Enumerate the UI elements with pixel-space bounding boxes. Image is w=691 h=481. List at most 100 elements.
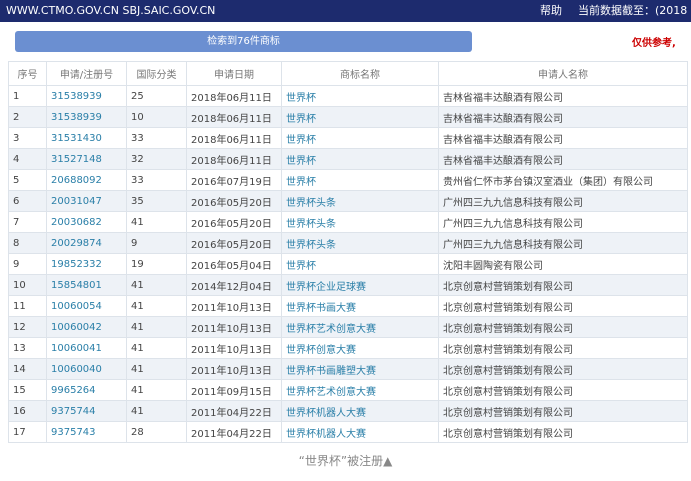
application-date: 2018年06月11日	[186, 127, 282, 149]
application-date: 2016年07月19日	[186, 169, 282, 191]
class: 10	[126, 106, 187, 128]
registration-number-link[interactable]: 20030682	[46, 211, 127, 233]
registration-number-link[interactable]: 9965264	[46, 379, 127, 401]
row-index: 11	[8, 295, 47, 317]
reference-notice: 仅供参考,	[632, 38, 676, 49]
trademark-name-link[interactable]: 世界杯头条	[281, 232, 439, 254]
applicant-name: 北京创意村营销策划有限公司	[438, 295, 688, 317]
column-header: 商标名称	[281, 61, 439, 86]
trademark-name-link[interactable]: 世界杯头条	[281, 211, 439, 233]
trademark-name-link[interactable]: 世界杯创意大赛	[281, 337, 439, 359]
application-date: 2011年04月22日	[186, 421, 282, 443]
trademark-name-link[interactable]: 世界杯艺术创意大赛	[281, 379, 439, 401]
registration-number-link[interactable]: 9375744	[46, 400, 127, 422]
registration-number-link[interactable]: 20029874	[46, 232, 127, 254]
application-date: 2011年10月13日	[186, 358, 282, 380]
trademark-name-link[interactable]: 世界杯	[281, 106, 439, 128]
table-row: 11 10060054 41 2011年10月13日 世界杯书画大赛 北京创意村营销策划有…	[8, 295, 688, 317]
table-row: 10 15854801 41 2014年12月04日 世界杯企业足球赛 北京创意村营销策划…	[8, 274, 688, 296]
table-row: 1 31538939 25 2018年06月11日 世界杯 吉林省福丰达酿酒有限公司	[8, 85, 688, 107]
registration-number-link[interactable]: 31527148	[46, 148, 127, 170]
class: 32	[126, 148, 187, 170]
help-link[interactable]: 帮助	[540, 0, 562, 22]
table-row: 7 20030682 41 2016年05月20日 世界杯头条 广州四三九九信息科技有限公…	[8, 211, 688, 233]
application-date: 2018年06月11日	[186, 106, 282, 128]
applicant-name: 北京创意村营销策划有限公司	[438, 400, 688, 422]
row-index: 9	[8, 253, 47, 275]
applicant-name: 广州四三九九信息科技有限公司	[438, 232, 688, 254]
application-date: 2016年05月20日	[186, 232, 282, 254]
trademark-name-link[interactable]: 世界杯书画雕塑大赛	[281, 358, 439, 380]
table-row: 16 9375744 41 2011年04月22日 世界杯机器人大赛 北京创意村营销策划有…	[8, 400, 688, 422]
class: 33	[126, 127, 187, 149]
applicant-name: 贵州省仁怀市茅台镇汉室酒业（集团）有限公司	[438, 169, 688, 191]
trademark-name-link[interactable]: 世界杯书画大赛	[281, 295, 439, 317]
trademark-name-link[interactable]: 世界杯机器人大赛	[281, 421, 439, 443]
search-result-button[interactable]: 检索到76件商标	[15, 31, 472, 52]
table-row: 14 10060040 41 2011年10月13日 世界杯书画雕塑大赛 北京创意村营销策…	[8, 358, 688, 380]
applicant-name: 北京创意村营销策划有限公司	[438, 421, 688, 443]
row-index: 15	[8, 379, 47, 401]
registration-number-link[interactable]: 19852332	[46, 253, 127, 275]
table-row: 12 10060042 41 2011年10月13日 世界杯艺术创意大赛 北京创意村营销策…	[8, 316, 688, 338]
data-as-of: 当前数据截至：(2018	[578, 4, 688, 17]
trademark-name-link[interactable]: 世界杯头条	[281, 190, 439, 212]
registration-number-link[interactable]: 10060054	[46, 295, 127, 317]
column-header: 国际分类	[126, 61, 187, 86]
table-row: 5 20688092 33 2016年07月19日 世界杯 贵州省仁怀市茅台镇汉室酒业（集…	[8, 169, 688, 191]
class: 41	[126, 316, 187, 338]
applicant-name: 北京创意村营销策划有限公司	[438, 358, 688, 380]
registration-number-link[interactable]: 31531430	[46, 127, 127, 149]
trademark-table: 序号 申请/注册号 国际分类 申请日期 商标名称 申请人名称 1 31538939 25 201…	[8, 61, 688, 443]
trademark-name-link[interactable]: 世界杯	[281, 169, 439, 191]
row-index: 3	[8, 127, 47, 149]
registration-number-link[interactable]: 15854801	[46, 274, 127, 296]
table-row: 17 9375743 28 2011年04月22日 世界杯机器人大赛 北京创意村营销策划有…	[8, 421, 688, 443]
application-date: 2011年09月15日	[186, 379, 282, 401]
registration-number-link[interactable]: 10060041	[46, 337, 127, 359]
application-date: 2016年05月20日	[186, 211, 282, 233]
column-header: 申请人名称	[438, 61, 688, 86]
registration-number-link[interactable]: 10060040	[46, 358, 127, 380]
application-date: 2011年10月13日	[186, 295, 282, 317]
caption: “世界杯”被注册▲	[298, 454, 393, 468]
application-date: 2011年04月22日	[186, 400, 282, 422]
applicant-name: 广州四三九九信息科技有限公司	[438, 190, 688, 212]
row-index: 13	[8, 337, 47, 359]
class: 19	[126, 253, 187, 275]
registration-number-link[interactable]: 9375743	[46, 421, 127, 443]
site-url: WWW.CTMO.GOV.CN SBJ.SAIC.GOV.CN	[6, 4, 216, 17]
trademark-name-link[interactable]: 世界杯	[281, 127, 439, 149]
table-row: 6 20031047 35 2016年05月20日 世界杯头条 广州四三九九信息科技有限公…	[8, 190, 688, 212]
trademark-name-link[interactable]: 世界杯	[281, 148, 439, 170]
row-index: 6	[8, 190, 47, 212]
row-index: 7	[8, 211, 47, 233]
class: 41	[126, 274, 187, 296]
applicant-name: 吉林省福丰达酿酒有限公司	[438, 127, 688, 149]
class: 35	[126, 190, 187, 212]
applicant-name: 北京创意村营销策划有限公司	[438, 274, 688, 296]
table-row: 4 31527148 32 2018年06月11日 世界杯 吉林省福丰达酿酒有限公司	[8, 148, 688, 170]
row-index: 17	[8, 421, 47, 443]
registration-number-link[interactable]: 20031047	[46, 190, 127, 212]
class: 41	[126, 379, 187, 401]
table-row: 8 20029874 9 2016年05月20日 世界杯头条 广州四三九九信息科技有限公司	[8, 232, 688, 254]
trademark-name-link[interactable]: 世界杯艺术创意大赛	[281, 316, 439, 338]
application-date: 2016年05月04日	[186, 253, 282, 275]
trademark-name-link[interactable]: 世界杯机器人大赛	[281, 400, 439, 422]
registration-number-link[interactable]: 31538939	[46, 106, 127, 128]
registration-number-link[interactable]: 31538939	[46, 85, 127, 107]
row-index: 14	[8, 358, 47, 380]
trademark-name-link[interactable]: 世界杯	[281, 253, 439, 275]
class: 28	[126, 421, 187, 443]
registration-number-link[interactable]: 10060042	[46, 316, 127, 338]
trademark-name-link[interactable]: 世界杯	[281, 85, 439, 107]
row-index: 10	[8, 274, 47, 296]
applicant-name: 北京创意村营销策划有限公司	[438, 379, 688, 401]
trademark-name-link[interactable]: 世界杯企业足球赛	[281, 274, 439, 296]
table-row: 13 10060041 41 2011年10月13日 世界杯创意大赛 北京创意村营销策划有…	[8, 337, 688, 359]
registration-number-link[interactable]: 20688092	[46, 169, 127, 191]
class: 41	[126, 295, 187, 317]
class: 25	[126, 85, 187, 107]
applicant-name: 吉林省福丰达酿酒有限公司	[438, 85, 688, 107]
